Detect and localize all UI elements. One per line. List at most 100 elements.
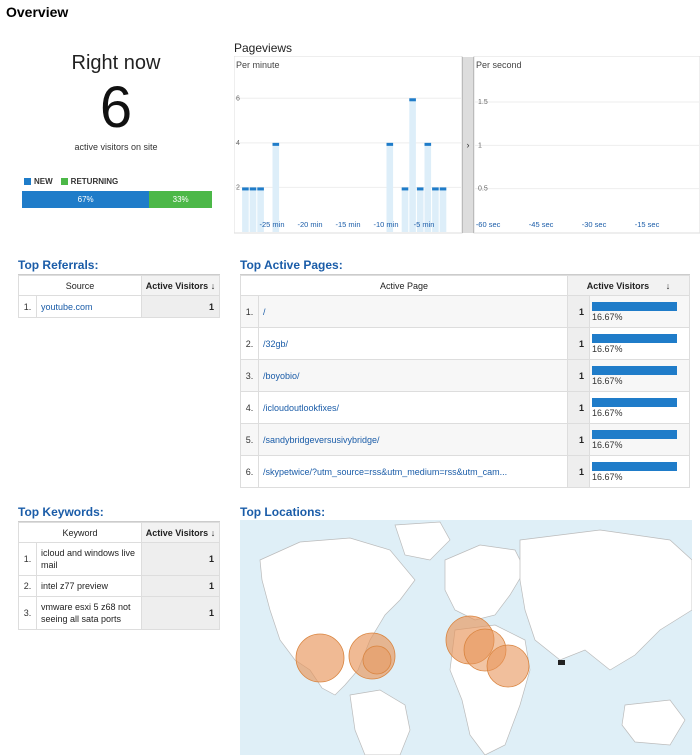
x-tick-label: -60 sec [476,220,501,229]
map-land-asia [519,529,692,671]
sort-down-icon: ↓ [210,527,216,538]
right-now-title: Right now [71,52,161,74]
pageview-bar-cap [249,187,257,191]
map-land-europe [444,544,526,621]
active-page-link[interactable]: / [258,295,568,328]
active-visitors-value: 1 [141,575,220,597]
active-page-link[interactable]: /skypetwice/?utm_source=rss&utm_medium=r… [258,455,568,488]
percent-cell: 16.67% [589,359,690,392]
active-visitors-value: 1 [141,542,220,576]
top-active-pages-table: Active Page Active Visitors ↓ 1. / 1 16.… [240,275,690,488]
location-marker [486,644,530,688]
table-row[interactable]: 6. /skypetwice/?utm_source=rss&utm_mediu… [240,455,690,488]
percent-cell: 16.67% [589,295,690,328]
active-page-link[interactable]: /boyobio/ [258,359,568,392]
table-row[interactable]: 3. /boyobio/ 1 16.67% [240,359,690,392]
pageview-bar-cap [401,187,409,191]
x-tick-label: -15 min [335,220,360,229]
table-row[interactable]: 1. youtube.com 1 [18,295,220,318]
percent-label: 16.67% [592,472,623,482]
pageview-bar-cap [424,142,432,146]
top-keywords-table: Keyword Active Visitors ↓ 1. icloud and … [18,522,220,630]
row-index: 1. [18,542,37,576]
x-tick-label: -10 min [373,220,398,229]
legend-returning: RETURNING [60,177,118,186]
active-visitors-value: 1 [141,295,220,318]
active-visitors-value: 1 [567,423,590,456]
top-active-pages-title: Top Active Pages: [240,258,690,275]
active-page-column-header[interactable]: Active Page [240,275,568,296]
percent-bar [592,302,677,311]
pageviews-title: Pageviews [234,41,293,55]
x-tick-label: -15 sec [635,220,660,229]
row-index: 6. [240,455,259,488]
percent-label: 16.67% [592,344,623,354]
location-marker [295,633,345,683]
returning-visitors-segment: 33% [149,191,212,208]
pageview-bar-cap [416,187,424,191]
x-tick-label: -5 min [414,220,435,229]
percent-bar [592,462,677,471]
active-visitors-value: 1 [567,391,590,424]
percent-label: 16.67% [592,376,623,386]
active-page-link[interactable]: /32gb/ [258,327,568,360]
pageview-bar-cap [432,187,439,191]
table-row[interactable]: 1. icloud and windows live mail 1 [18,542,220,576]
pageview-bar [401,187,409,232]
referral-source-link[interactable]: youtube.com [36,295,142,318]
legend-new: NEW [24,177,53,186]
map-land-greenland [394,521,451,561]
percent-label: 16.67% [592,408,623,418]
world-map-svg [259,521,692,755]
row-index: 1. [18,295,37,318]
percent-cell: 16.67% [589,327,690,360]
chart-next-arrow-icon[interactable]: › [462,57,474,233]
table-row[interactable]: 1. / 1 16.67% [240,295,690,328]
pageview-bar [409,98,416,233]
new-returning-legend: NEW RETURNING [24,177,118,186]
x-tick-label: -45 sec [529,220,554,229]
row-index: 3. [18,596,37,630]
y-tick-label: 1.5 [478,99,488,106]
active-visitors-column-header[interactable]: Active Visitors ↓ [141,522,220,543]
keyword-column-header[interactable]: Keyword [18,522,142,543]
active-visitors-column-header[interactable]: Active Visitors ↓ [567,275,690,296]
row-index: 3. [240,359,259,392]
sort-down-icon: ↓ [665,280,671,291]
y-tick-label: 1 [478,142,482,149]
percent-bar [592,334,677,343]
active-visitors-value: 1 [567,327,590,360]
keyword-text: intel z77 preview [36,575,142,597]
table-row[interactable]: 2. /32gb/ 1 16.67% [240,327,690,360]
pageview-bar-cap [257,187,264,191]
table-row[interactable]: 4. /icloudoutlookfixes/ 1 16.67% [240,391,690,424]
top-referrals-title: Top Referrals: [18,258,220,275]
pageview-bar [249,187,257,232]
keyword-text: vmware esxi 5 z68 not seeing all sata po… [36,596,142,630]
pageview-bar-cap [409,98,416,102]
percent-bar [592,398,677,407]
world-map[interactable] [240,520,692,755]
top-referrals-table: Source Active Visitors ↓ 1. youtube.com … [18,275,220,318]
active-visitor-count: 6 [99,75,133,140]
source-column-header[interactable]: Source [18,275,142,296]
x-tick-label: -30 sec [582,220,607,229]
active-visitors-value: 1 [141,596,220,630]
per-second-label: Per second [476,60,522,70]
active-visitors-column-header[interactable]: Active Visitors ↓ [141,275,220,296]
table-row[interactable]: 3. vmware esxi 5 z68 not seeing all sata… [18,596,220,630]
top-keywords-title: Top Keywords: [18,505,220,522]
pageview-bar [424,142,432,232]
pageview-bar-cap [242,187,249,191]
table-row[interactable]: 2. intel z77 preview 1 [18,575,220,597]
percent-cell: 16.67% [589,391,690,424]
active-page-link[interactable]: /sandybridgeversusivybridge/ [258,423,568,456]
pageview-bar [242,187,249,232]
active-visitors-value: 1 [567,359,590,392]
map-land-australia [621,699,686,746]
table-row[interactable]: 5. /sandybridgeversusivybridge/ 1 16.67% [240,423,690,456]
active-page-link[interactable]: /icloudoutlookfixes/ [258,391,568,424]
active-visitors-label: active visitors on site [74,142,158,152]
pageview-bar-cap [386,142,394,146]
row-index: 5. [240,423,259,456]
